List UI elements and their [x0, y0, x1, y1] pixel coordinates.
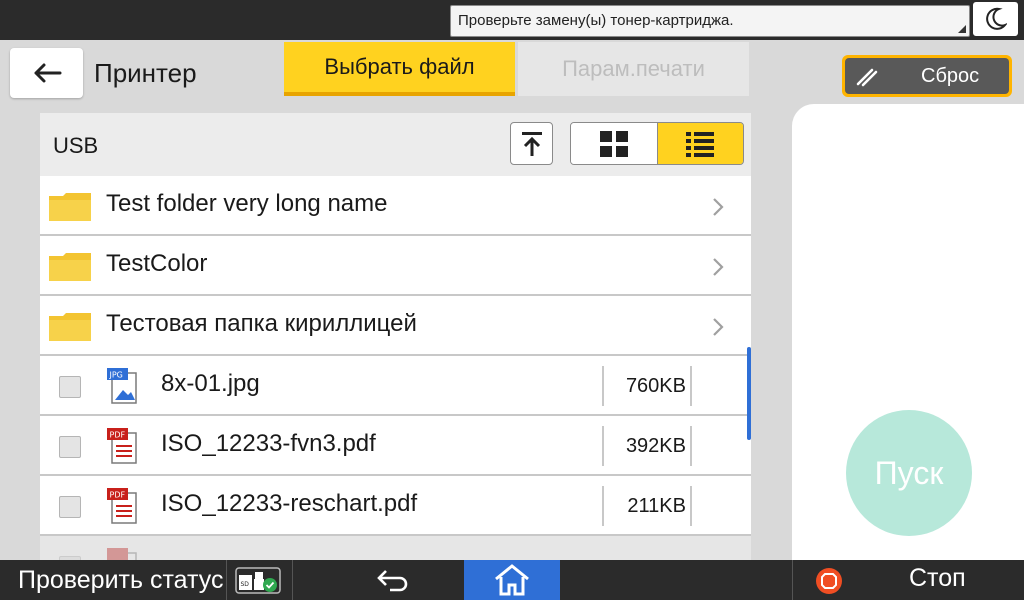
tab-print-settings[interactable]: Парам.печати	[518, 42, 749, 96]
file-checkbox[interactable]	[59, 376, 81, 398]
start-button[interactable]: Пуск	[846, 410, 972, 536]
pdf-file-icon: PDF	[107, 428, 137, 464]
file-checkbox[interactable]	[59, 496, 81, 518]
media-sd-usb-icon[interactable]: SD	[235, 567, 281, 594]
stop-icon	[816, 568, 842, 594]
tab-label: Выбрать файл	[324, 54, 475, 79]
system-bottom-bar: Проверить статус SD Стоп	[0, 560, 1024, 600]
tab-select-file[interactable]: Выбрать файл	[284, 42, 515, 96]
file-list: Test folder very long name TestColor Тес…	[40, 176, 751, 560]
energy-saver-button[interactable]	[973, 2, 1018, 36]
grid-view-button[interactable]	[571, 123, 658, 164]
file-size: 211KB	[627, 495, 686, 517]
file-name: 8x-01.jpg	[161, 370, 260, 397]
folder-icon	[49, 193, 91, 221]
view-mode-toggle	[570, 122, 744, 165]
divider	[292, 560, 293, 600]
grid-icon	[599, 130, 628, 157]
system-status-bar: Проверьте замену(ы) тонер-картриджа.	[0, 0, 1024, 40]
file-size: 392KB	[625, 435, 686, 457]
list-item-folder[interactable]: TestColor	[40, 236, 751, 296]
start-label: Пуск	[874, 454, 944, 491]
list-item-file[interactable]: PDF ISO_12233-fvn3.pdf 392KB	[40, 416, 751, 476]
list-item-folder[interactable]: Test folder very long name	[40, 176, 751, 236]
expand-corner-icon	[958, 25, 966, 33]
column-divider	[602, 486, 604, 526]
file-name: ISO_12233-fvn3.pdf	[161, 430, 376, 457]
chevron-right-icon	[713, 318, 724, 336]
svg-text:PDF: PDF	[110, 431, 126, 440]
jpg-file-icon: JPG	[107, 368, 137, 404]
svg-text:PDF: PDF	[110, 491, 126, 500]
list-icon	[686, 131, 715, 157]
stop-button[interactable]: Стоп	[793, 560, 1024, 600]
moon-icon	[985, 7, 1007, 30]
pdf-file-icon	[107, 548, 137, 560]
app-title: Принтер	[94, 58, 197, 88]
chevron-right-icon	[713, 198, 724, 216]
svg-text:JPG: JPG	[109, 371, 123, 380]
upload-arrow-icon	[521, 131, 542, 156]
reset-slash-icon	[856, 68, 878, 87]
tab-label: Парам.печати	[562, 56, 705, 81]
list-item-folder[interactable]: Тестовая папка кириллицей	[40, 296, 751, 356]
reset-button[interactable]: Сброс	[842, 55, 1012, 97]
alert-text: Проверьте замену(ы) тонер-картриджа.	[458, 12, 734, 29]
file-name: ISO_12233-reschart.pdf	[161, 490, 418, 517]
svg-text:SD: SD	[241, 581, 250, 588]
list-item-file[interactable]: JPG 8x-01.jpg 760KB	[40, 356, 751, 416]
folder-name: TestColor	[106, 250, 208, 277]
stop-label: Стоп	[909, 564, 966, 592]
reset-label: Сброс	[921, 65, 980, 87]
current-path: USB	[53, 133, 99, 158]
chevron-right-icon	[713, 258, 724, 276]
list-item-file-partial[interactable]	[40, 536, 751, 560]
return-arrow-icon	[377, 570, 408, 592]
column-divider	[690, 366, 692, 406]
alert-message-box[interactable]: Проверьте замену(ы) тонер-картриджа.	[450, 5, 970, 37]
check-status-button[interactable]: Проверить статус	[0, 560, 226, 600]
column-divider	[602, 366, 604, 406]
folder-name: Test folder very long name	[106, 190, 388, 217]
column-divider	[690, 426, 692, 466]
column-divider	[690, 486, 692, 526]
home-button[interactable]	[464, 560, 560, 600]
pdf-file-icon: PDF	[107, 488, 137, 524]
arrow-left-icon	[34, 63, 61, 83]
list-scrollbar[interactable]	[747, 347, 751, 440]
parent-folder-button[interactable]	[510, 122, 553, 165]
list-item-file[interactable]: PDF ISO_12233-reschart.pdf 211KB	[40, 476, 751, 536]
path-bar: USB	[40, 113, 751, 176]
back-button[interactable]	[10, 48, 83, 98]
divider	[226, 560, 227, 600]
folder-name: Тестовая папка кириллицей	[106, 310, 417, 337]
reset-button-face: Сброс	[845, 58, 1009, 94]
file-browser: USB Test folder very long name TestColor…	[40, 113, 751, 560]
folder-icon	[49, 313, 91, 341]
check-status-label: Проверить статус	[18, 565, 224, 594]
file-checkbox[interactable]	[59, 436, 81, 458]
column-divider	[602, 426, 604, 466]
home-icon	[495, 564, 529, 596]
nav-back-button[interactable]	[370, 566, 416, 594]
folder-icon	[49, 253, 91, 281]
file-size: 760KB	[625, 375, 686, 397]
list-view-button[interactable]	[657, 123, 743, 164]
